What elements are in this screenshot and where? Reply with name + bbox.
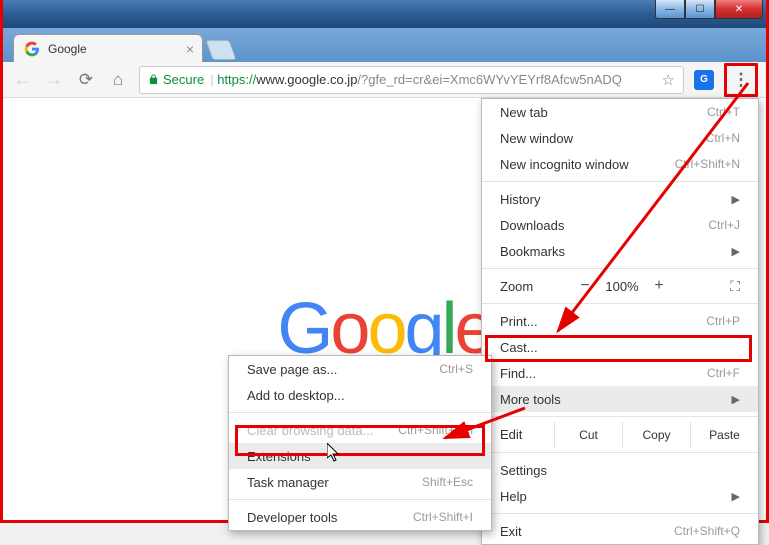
edit-label: Edit [482,421,554,448]
chevron-right-icon: ▶ [732,393,740,406]
tab-title: Google [48,42,87,56]
submenu-task-manager[interactable]: Task managerShift+Esc [229,469,491,495]
window-controls: — ☐ ✕ [655,0,763,19]
browser-window: — ☐ ✕ Google × ← → ⟳ ⌂ Secure | https://… [0,0,769,523]
secure-indicator: Secure [148,72,204,87]
lock-icon [148,74,159,85]
more-tools-submenu: Save page as...Ctrl+S Add to desktop... … [228,355,492,531]
url-path: /?gfe_rd=cr&ei=Xmc6WYvYEYrf8Afcw5nADQ [357,72,621,87]
cut-button[interactable]: Cut [554,422,622,448]
maximize-button[interactable]: ☐ [685,0,715,19]
secure-label: Secure [163,72,204,87]
submenu-add-desktop[interactable]: Add to desktop... [229,382,491,408]
menu-exit[interactable]: ExitCtrl+Shift+Q [482,518,758,544]
browser-tab[interactable]: Google × [13,34,203,62]
menu-settings[interactable]: Settings [482,457,758,483]
menu-bookmarks[interactable]: Bookmarks▶ [482,238,758,264]
chevron-right-icon: ▶ [732,193,740,206]
minimize-button[interactable]: — [655,0,685,19]
menu-separator [482,416,758,417]
menu-help[interactable]: Help▶ [482,483,758,509]
menu-more-tools[interactable]: More tools▶ [482,386,758,412]
home-button[interactable]: ⌂ [107,69,129,91]
toolbar: ← → ⟳ ⌂ Secure | https://www.google.co.j… [3,62,766,98]
submenu-extensions[interactable]: Extensions [229,443,491,469]
submenu-save-page[interactable]: Save page as...Ctrl+S [229,356,491,382]
tab-strip: Google × [3,28,766,62]
fullscreen-button[interactable]: ⛶ [730,278,740,295]
copy-button[interactable]: Copy [622,422,690,448]
menu-new-window[interactable]: New windowCtrl+N [482,125,758,151]
chevron-right-icon: ▶ [732,490,740,503]
menu-print[interactable]: Print...Ctrl+P [482,308,758,334]
menu-history[interactable]: History▶ [482,186,758,212]
menu-new-tab[interactable]: New tabCtrl+T [482,99,758,125]
menu-incognito[interactable]: New incognito windowCtrl+Shift+N [482,151,758,177]
chevron-right-icon: ▶ [732,245,740,258]
address-bar[interactable]: Secure | https://www.google.co.jp/?gfe_r… [139,66,684,94]
extension-icon[interactable]: G [694,70,714,90]
menu-find[interactable]: Find...Ctrl+F [482,360,758,386]
menu-button-highlight: ⋮ [724,63,758,97]
menu-separator [482,181,758,182]
google-favicon [24,41,40,57]
url-scheme: https:// [217,72,256,87]
submenu-clear-browsing[interactable]: Clear browsing data...Ctrl+Shift+Del [229,417,491,443]
menu-zoom-row: Zoom − 100% + ⛶ [482,273,758,299]
zoom-out-button[interactable]: − [570,277,600,295]
menu-edit-row: Edit Cut Copy Paste [482,421,758,448]
mouse-cursor-icon [327,443,343,467]
chrome-main-menu: New tabCtrl+T New windowCtrl+N New incog… [481,98,759,545]
menu-separator [229,412,491,413]
bookmark-star-icon[interactable]: ☆ [662,71,675,89]
menu-downloads[interactable]: DownloadsCtrl+J [482,212,758,238]
paste-button[interactable]: Paste [690,422,758,448]
zoom-value: 100% [600,279,644,294]
tab-close-button[interactable]: × [182,41,198,57]
os-titlebar: — ☐ ✕ [3,0,766,28]
reload-button[interactable]: ⟳ [75,69,97,91]
close-window-button[interactable]: ✕ [715,0,763,19]
forward-button[interactable]: → [43,69,65,91]
zoom-in-button[interactable]: + [644,277,674,295]
menu-separator [482,513,758,514]
menu-separator [482,303,758,304]
zoom-label: Zoom [500,279,570,294]
new-tab-button[interactable] [205,40,236,60]
url-host: www.google.co.jp [256,72,357,87]
menu-separator [482,452,758,453]
menu-cast[interactable]: Cast... [482,334,758,360]
submenu-developer-tools[interactable]: Developer toolsCtrl+Shift+I [229,504,491,530]
back-button[interactable]: ← [11,69,33,91]
chrome-menu-button[interactable]: ⋮ [728,67,754,93]
menu-separator [229,499,491,500]
menu-separator [482,268,758,269]
